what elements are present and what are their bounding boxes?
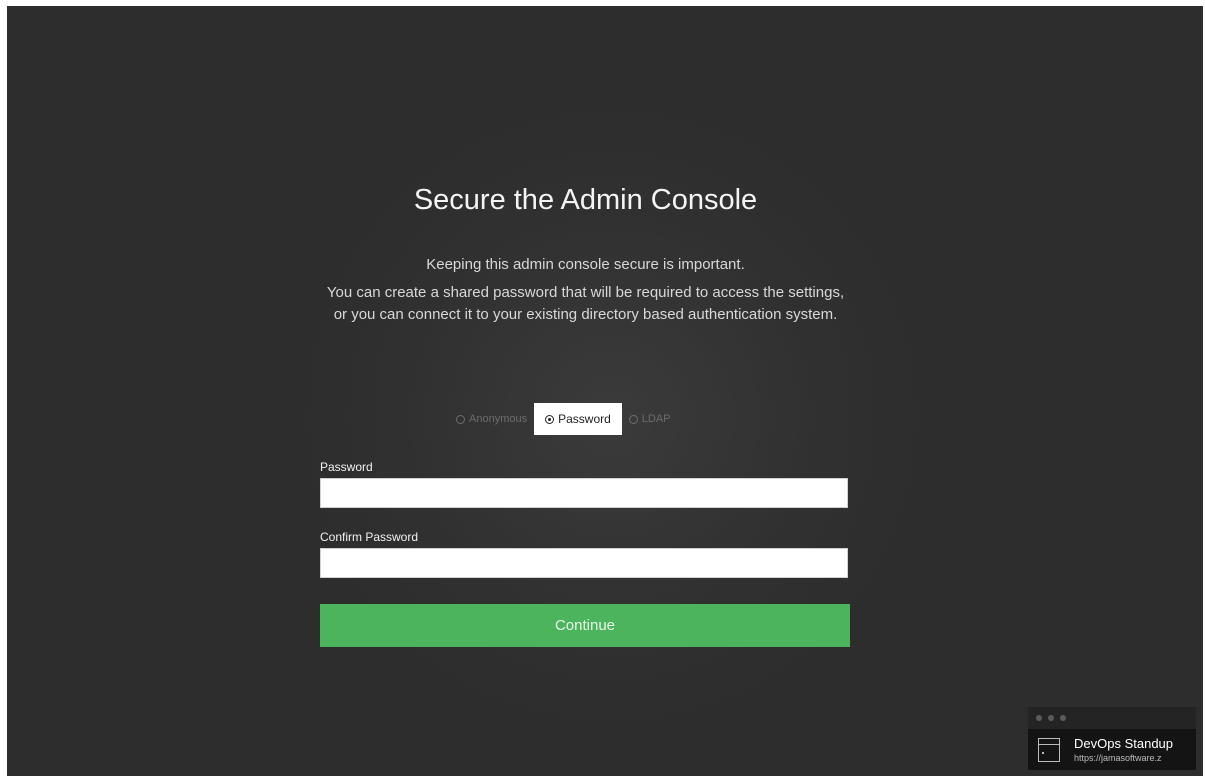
description-text: You can create a shared password that wi… [326, 284, 845, 323]
secure-console-panel: Secure the Admin Console Keeping this ad… [320, 180, 851, 326]
notification-window-controls [1028, 707, 1196, 729]
notification-title: DevOps Standup [1074, 735, 1174, 751]
admin-console-screen [7, 6, 1203, 776]
radio-unchecked-icon [628, 414, 638, 424]
window-minimize-icon[interactable] [1048, 715, 1054, 721]
auth-option-label: Password [558, 412, 611, 426]
password-input[interactable] [320, 478, 848, 508]
auth-option-password[interactable]: Password [534, 403, 622, 435]
password-label: Password [320, 460, 373, 474]
window-close-icon[interactable] [1036, 715, 1042, 721]
continue-button[interactable]: Continue [320, 604, 850, 647]
auth-method-selector: Anonymous Password LDAP [449, 403, 749, 435]
auth-option-ldap[interactable]: LDAP [622, 403, 678, 435]
calendar-icon [1038, 737, 1060, 762]
notification-text: DevOps Standup https://jamasoftware.z [1074, 736, 1173, 764]
radio-checked-icon [545, 414, 555, 424]
auth-option-label: LDAP [641, 413, 671, 425]
auth-option-label: Anonymous [469, 413, 528, 425]
auth-option-anonymous[interactable]: Anonymous [449, 403, 534, 435]
notification-url: https://jamasoftware.z [1074, 752, 1162, 763]
radio-unchecked-icon [456, 414, 465, 424]
page-title: Secure the Admin Console [413, 184, 758, 216]
confirm-password-input[interactable] [320, 548, 848, 578]
confirm-password-label: Confirm Password [320, 530, 419, 544]
calendar-notification[interactable]: DevOps Standup https://jamasoftware.z [1028, 729, 1196, 770]
window-maximize-icon[interactable] [1060, 715, 1066, 721]
intro-text: Keeping this admin console secure is imp… [426, 256, 745, 273]
